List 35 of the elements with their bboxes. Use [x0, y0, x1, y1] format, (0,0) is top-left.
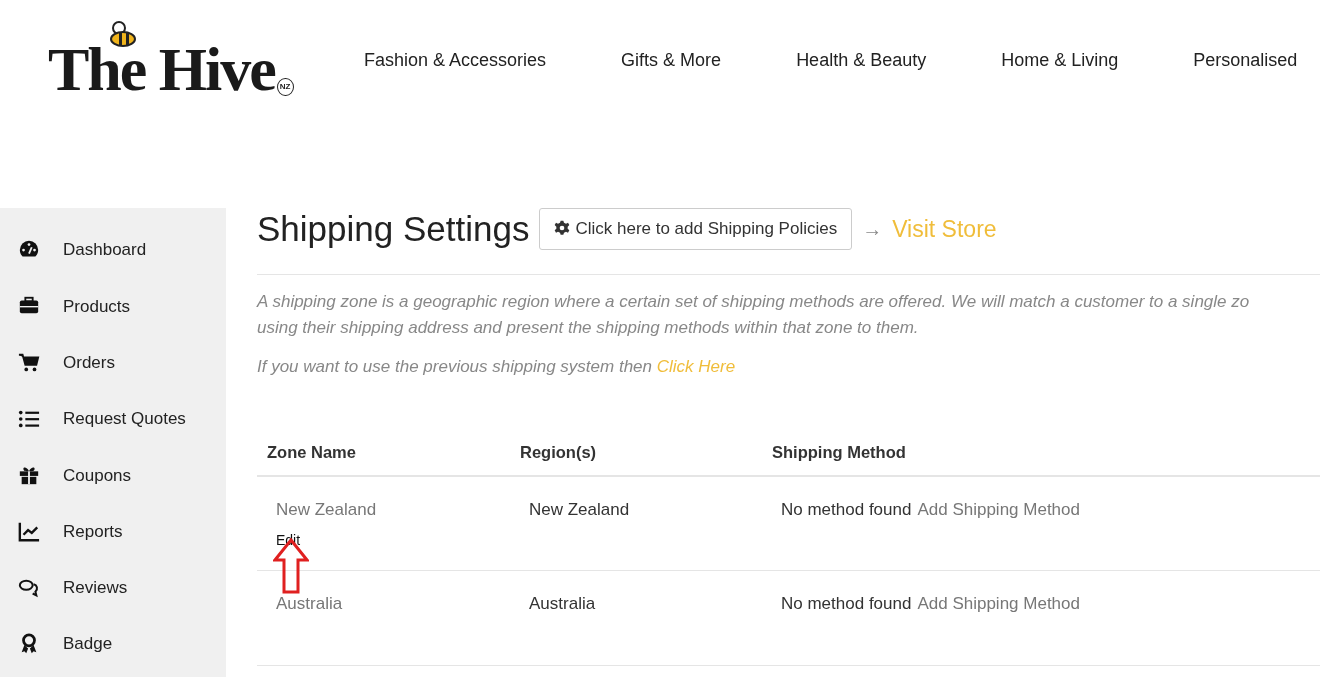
settings-icon — [554, 220, 571, 237]
description-text: A shipping zone is a geographic region where a certain set of shipping methods are offered. We will match a customer to a single zo — [257, 291, 1251, 313]
cart-icon — [17, 351, 41, 374]
logo-text[interactable]: The Hive — [48, 38, 275, 100]
column-header: Region(s) — [510, 430, 762, 476]
sidebar-item[interactable]: Reports — [0, 503, 226, 560]
region-text: New Zealand — [529, 499, 630, 519]
sidebar-item[interactable]: Coupons — [0, 447, 226, 504]
column-header: Shipping Method — [762, 430, 1320, 476]
sidebar-item[interactable]: Badge — [0, 616, 226, 673]
nav-link[interactable]: Home & Living — [1001, 0, 1119, 208]
description-text: using their shipping address and present the shipping methods within that zone to them. — [257, 317, 920, 339]
zone-name: Australia — [276, 594, 343, 614]
region-text: Australia — [529, 594, 596, 614]
add-method-link[interactable]: Add Shipping Method — [917, 594, 1080, 614]
add-method-link[interactable]: Add Shipping Method — [917, 499, 1080, 519]
nav-link[interactable]: Health & Beauty — [796, 0, 927, 208]
nav-link[interactable]: Personalised — [1193, 0, 1298, 208]
chart-icon — [17, 520, 41, 543]
sidebar-item[interactable]: Products — [0, 278, 226, 335]
sidebar-item[interactable]: Dashboard — [0, 222, 226, 279]
arrow-glyph: → — [862, 217, 883, 242]
zone-name: New Zealand — [276, 499, 377, 519]
sidebar-item[interactable]: Orders — [0, 334, 226, 391]
bee-icon — [108, 20, 138, 48]
add-policies-button[interactable]: Click here to add Shipping Policies — [539, 208, 853, 250]
previous-system-text: If you want to use the previous shipping system then — [257, 357, 653, 376]
nav-link[interactable]: Gifts & More — [621, 0, 722, 208]
nav-link[interactable]: Fashion & Accessories — [364, 0, 547, 208]
method-status: No method found — [781, 499, 912, 519]
page-title: Shipping Settings — [257, 208, 530, 250]
sidebar-item[interactable]: Request Quotes — [0, 390, 226, 448]
column-header: Zone Name — [257, 430, 510, 476]
method-status: No method found — [781, 594, 912, 614]
sidebar-item[interactable]: Reviews — [0, 559, 226, 617]
